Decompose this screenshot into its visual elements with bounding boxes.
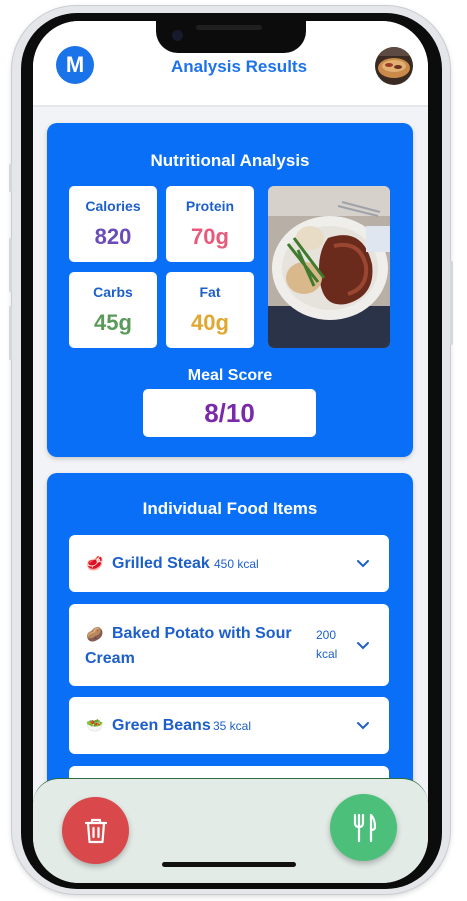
delete-button[interactable] (62, 797, 129, 864)
food-items-title: Individual Food Items (142, 499, 318, 518)
macro-carbs: Carbs 45g (69, 272, 157, 348)
nutrition-title: Nutritional Analysis (150, 151, 310, 170)
steak-icon: 🥩 (86, 555, 104, 571)
meal-photo[interactable] (268, 186, 390, 348)
phone-screen: M Analysis Results Nutritional Analysis … (33, 21, 428, 883)
macro-value: 45g (94, 310, 132, 335)
chevron-down-icon[interactable] (356, 721, 370, 731)
fork-knife-icon (353, 813, 376, 842)
avatar[interactable] (375, 47, 413, 85)
app-logo[interactable]: M (56, 46, 94, 84)
macro-value: 820 (94, 224, 132, 249)
page-title: Analysis Results (170, 57, 308, 76)
food-name: Grilled Steak (112, 555, 210, 572)
macro-value: 40g (191, 310, 229, 335)
meal-score-value: 8/10 (143, 389, 316, 437)
food-item-grilled-steak[interactable]: 🥩 Grilled Steak 450 kcal (69, 535, 389, 592)
macro-fat: Fat 40g (166, 272, 254, 348)
macro-label: Protein (185, 198, 235, 214)
macro-calories: Calories 820 (69, 186, 157, 262)
trash-icon (84, 818, 107, 843)
camera-icon (172, 30, 183, 41)
macro-value: 70g (191, 224, 229, 249)
macro-label: Fat (199, 284, 221, 300)
food-kcal-line1: 200 (316, 628, 337, 642)
macro-label: Carbs (93, 284, 133, 300)
potato-icon: 🥔 (86, 626, 104, 642)
food-item-green-beans[interactable]: 🥗 Green Beans 35 kcal (69, 697, 389, 754)
chevron-down-icon[interactable] (356, 641, 370, 651)
phone-notch (156, 21, 306, 53)
food-kcal: 35 kcal (213, 719, 252, 733)
meal-score-label: Meal Score (187, 367, 273, 384)
food-name-line2: Cream (85, 650, 135, 667)
bottom-action-bar (33, 778, 428, 883)
food-kcal-line2: kcal (316, 647, 338, 661)
chevron-down-icon[interactable] (356, 559, 370, 569)
food-item-baked-potato[interactable]: 🥔 Baked Potato with Sour Cream 200 kcal (69, 604, 389, 686)
nutrition-card: Nutritional Analysis Calories 820 Protei… (47, 123, 413, 457)
food-kcal: 450 kcal (214, 557, 259, 571)
macro-protein: Protein 70g (166, 186, 254, 262)
food-name: Green Beans (112, 717, 211, 734)
food-name-line1: Baked Potato with Sour (112, 625, 292, 642)
meal-button[interactable] (330, 794, 397, 861)
salad-icon: 🥗 (86, 717, 104, 733)
home-indicator[interactable] (162, 862, 296, 867)
macro-label: Calories (85, 198, 141, 214)
